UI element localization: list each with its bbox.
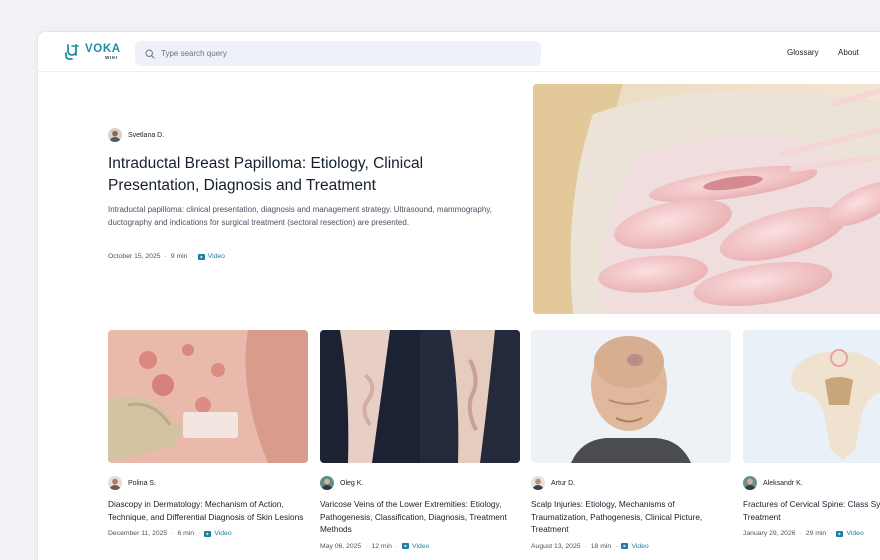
hero-article-description: Intraductal papilloma: clinical presenta… <box>108 205 492 227</box>
card-title[interactable]: Scalp Injuries: Etiology, Mechanisms of … <box>531 498 731 536</box>
video-label: Video <box>214 530 232 537</box>
article-duration: 9 min <box>170 253 188 260</box>
author-avatar <box>531 476 545 490</box>
card-meta: August 13, 2025 · 18 min · Video <box>531 543 731 550</box>
meta-separator: · <box>615 542 618 550</box>
logo-subtext: WIKI <box>105 55 119 60</box>
hero-article-image[interactable] <box>533 84 880 314</box>
hero-article-meta: October 15, 2025 · 9 min · Video <box>108 253 225 260</box>
nav-glossary[interactable]: Glossary <box>787 48 819 57</box>
meta-separator: · <box>365 542 368 550</box>
top-header: VOKA WIKI Glossary About <box>38 32 880 72</box>
author-name: Svetlana D. <box>128 131 165 139</box>
hero-author[interactable]: Svetlana D. <box>108 128 164 142</box>
card-title[interactable]: Fractures of Cervical Spine: Class Sympt… <box>743 498 880 523</box>
video-link[interactable]: Video <box>621 542 649 550</box>
meta-separator: · <box>395 542 399 550</box>
hero-article-title[interactable]: Intraductal Breast Papilloma: Etiology, … <box>108 153 468 197</box>
article-duration: 29 min <box>805 530 827 537</box>
voka-logo[interactable]: VOKA WIKI <box>63 41 121 63</box>
article-duration: 18 min <box>590 542 612 550</box>
author-avatar <box>108 476 122 490</box>
article-date: December 11, 2025 <box>108 530 168 537</box>
video-icon <box>836 530 844 537</box>
article-date: January 29, 2026 <box>743 530 796 537</box>
author-name: Polina S. <box>128 479 157 487</box>
card-author[interactable]: Polina S. <box>108 476 308 490</box>
video-label: Video <box>631 542 649 550</box>
card-author[interactable]: Artur D. <box>531 476 731 490</box>
meta-separator: · <box>830 530 833 537</box>
video-link[interactable]: Video <box>402 543 429 550</box>
article-card[interactable]: Polina S. Diascopy in Dermatology: Mecha… <box>108 330 308 537</box>
video-link[interactable]: Video <box>836 530 864 537</box>
video-link[interactable]: Video <box>197 253 225 260</box>
author-avatar <box>743 476 757 490</box>
article-thumbnail[interactable] <box>108 330 308 463</box>
article-date: October 15, 2025 <box>108 253 161 260</box>
article-duration: 6 min <box>177 530 195 537</box>
meta-separator: · <box>191 253 194 260</box>
article-thumbnail[interactable] <box>531 330 731 463</box>
article-card[interactable]: Oleg K. Varicose Veins of the Lower Extr… <box>320 330 520 550</box>
app-window: VOKA WIKI Glossary About Svetlana D. Int… <box>38 32 880 560</box>
video-label: Video <box>207 253 225 260</box>
nav-about[interactable]: About <box>838 48 859 57</box>
author-name: Oleg K. <box>340 479 364 487</box>
search-bar[interactable] <box>135 41 541 66</box>
author-avatar <box>320 476 334 490</box>
video-icon <box>621 543 629 549</box>
author-name: Aleksandr K. <box>763 479 803 487</box>
card-author[interactable]: Aleksandr K. <box>743 476 880 490</box>
article-thumbnail[interactable] <box>743 330 880 463</box>
card-meta: December 11, 2025 · 6 min · Video <box>108 530 308 537</box>
meta-separator: · <box>799 530 802 537</box>
meta-separator: · <box>164 253 167 260</box>
meta-separator: · <box>198 530 201 537</box>
logo-icon <box>65 44 79 60</box>
logo-wordmark: VOKA <box>85 42 121 55</box>
video-label: Video <box>846 530 864 537</box>
video-link[interactable]: Video <box>204 530 232 537</box>
article-card[interactable]: Artur D. Scalp Injuries: Etiology, Mecha… <box>531 330 731 550</box>
video-label: Video <box>412 542 430 550</box>
author-avatar <box>108 128 122 142</box>
search-input[interactable] <box>161 49 521 58</box>
card-meta: May 06, 2025 · 12 min · Video <box>320 543 520 550</box>
video-icon <box>402 543 410 549</box>
card-title[interactable]: Diascopy in Dermatology: Mechanism of Ac… <box>108 498 308 523</box>
article-duration: 12 min <box>371 542 392 550</box>
card-meta: January 29, 2026 · 29 min · Video <box>743 530 880 537</box>
card-title[interactable]: Varicose Veins of the Lower Extremities:… <box>320 498 520 536</box>
article-date: August 13, 2025 <box>531 542 581 550</box>
article-date: May 06, 2025 <box>320 542 362 550</box>
search-icon <box>145 48 155 59</box>
article-thumbnail[interactable] <box>320 330 520 463</box>
card-author[interactable]: Oleg K. <box>320 476 520 490</box>
meta-separator: · <box>584 542 587 550</box>
meta-separator: · <box>171 530 174 537</box>
video-icon <box>197 253 205 260</box>
author-name: Artur D. <box>551 479 576 487</box>
video-icon <box>204 530 212 537</box>
article-card[interactable]: Aleksandr K. Fractures of Cervical Spine… <box>743 330 880 537</box>
